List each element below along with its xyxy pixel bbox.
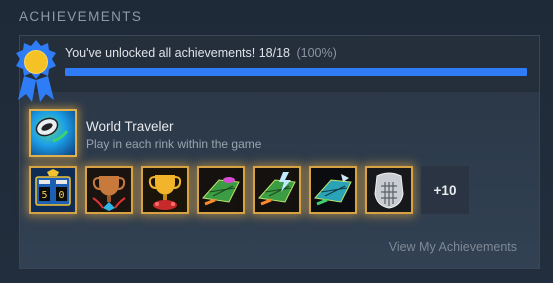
rosette-badge-icon <box>16 40 56 102</box>
progress-summary-text: You've unlocked all achievements! 18/18 <box>65 46 290 60</box>
scoreboard-icon: 5 0 <box>31 168 75 212</box>
achievement-icon-2[interactable] <box>85 166 133 214</box>
progress-bar-fill <box>65 68 527 76</box>
achievement-icon-5[interactable] <box>253 166 301 214</box>
progress-header: You've unlocked all achievements! 18/18 … <box>20 36 539 92</box>
progress-percent: (100%) <box>296 46 337 60</box>
featured-achievement-icon[interactable] <box>29 109 77 157</box>
achievement-icon-7[interactable] <box>365 166 413 214</box>
goalie-mask-icon <box>367 168 411 212</box>
featured-achievement-name: World Traveler <box>86 119 174 134</box>
section-title: ACHIEVEMENTS <box>19 9 143 24</box>
achievement-icon-1[interactable]: 5 0 <box>29 166 77 214</box>
view-my-achievements-link[interactable]: View My Achievements <box>389 240 517 254</box>
more-achievements-count[interactable]: +10 <box>421 166 469 214</box>
svg-text:5: 5 <box>41 190 47 201</box>
progress-summary: You've unlocked all achievements! 18/18 … <box>65 46 337 60</box>
achievement-icon-4[interactable] <box>197 166 245 214</box>
featured-achievement-description: Play in each rink within the game <box>86 137 262 151</box>
svg-text:0: 0 <box>58 190 64 201</box>
hockey-net-blue-icon <box>311 168 355 212</box>
hockey-net-lightning-icon <box>255 168 299 212</box>
achievement-icon-3[interactable] <box>141 166 189 214</box>
achievements-panel: You've unlocked all achievements! 18/18 … <box>16 35 540 269</box>
bronze-trophy-icon <box>87 168 131 212</box>
globe-puck-icon <box>35 117 69 143</box>
progress-bar <box>65 68 527 76</box>
achievement-icon-6[interactable] <box>309 166 357 214</box>
hockey-net-icon <box>199 168 243 212</box>
gold-trophy-icon <box>143 168 187 212</box>
